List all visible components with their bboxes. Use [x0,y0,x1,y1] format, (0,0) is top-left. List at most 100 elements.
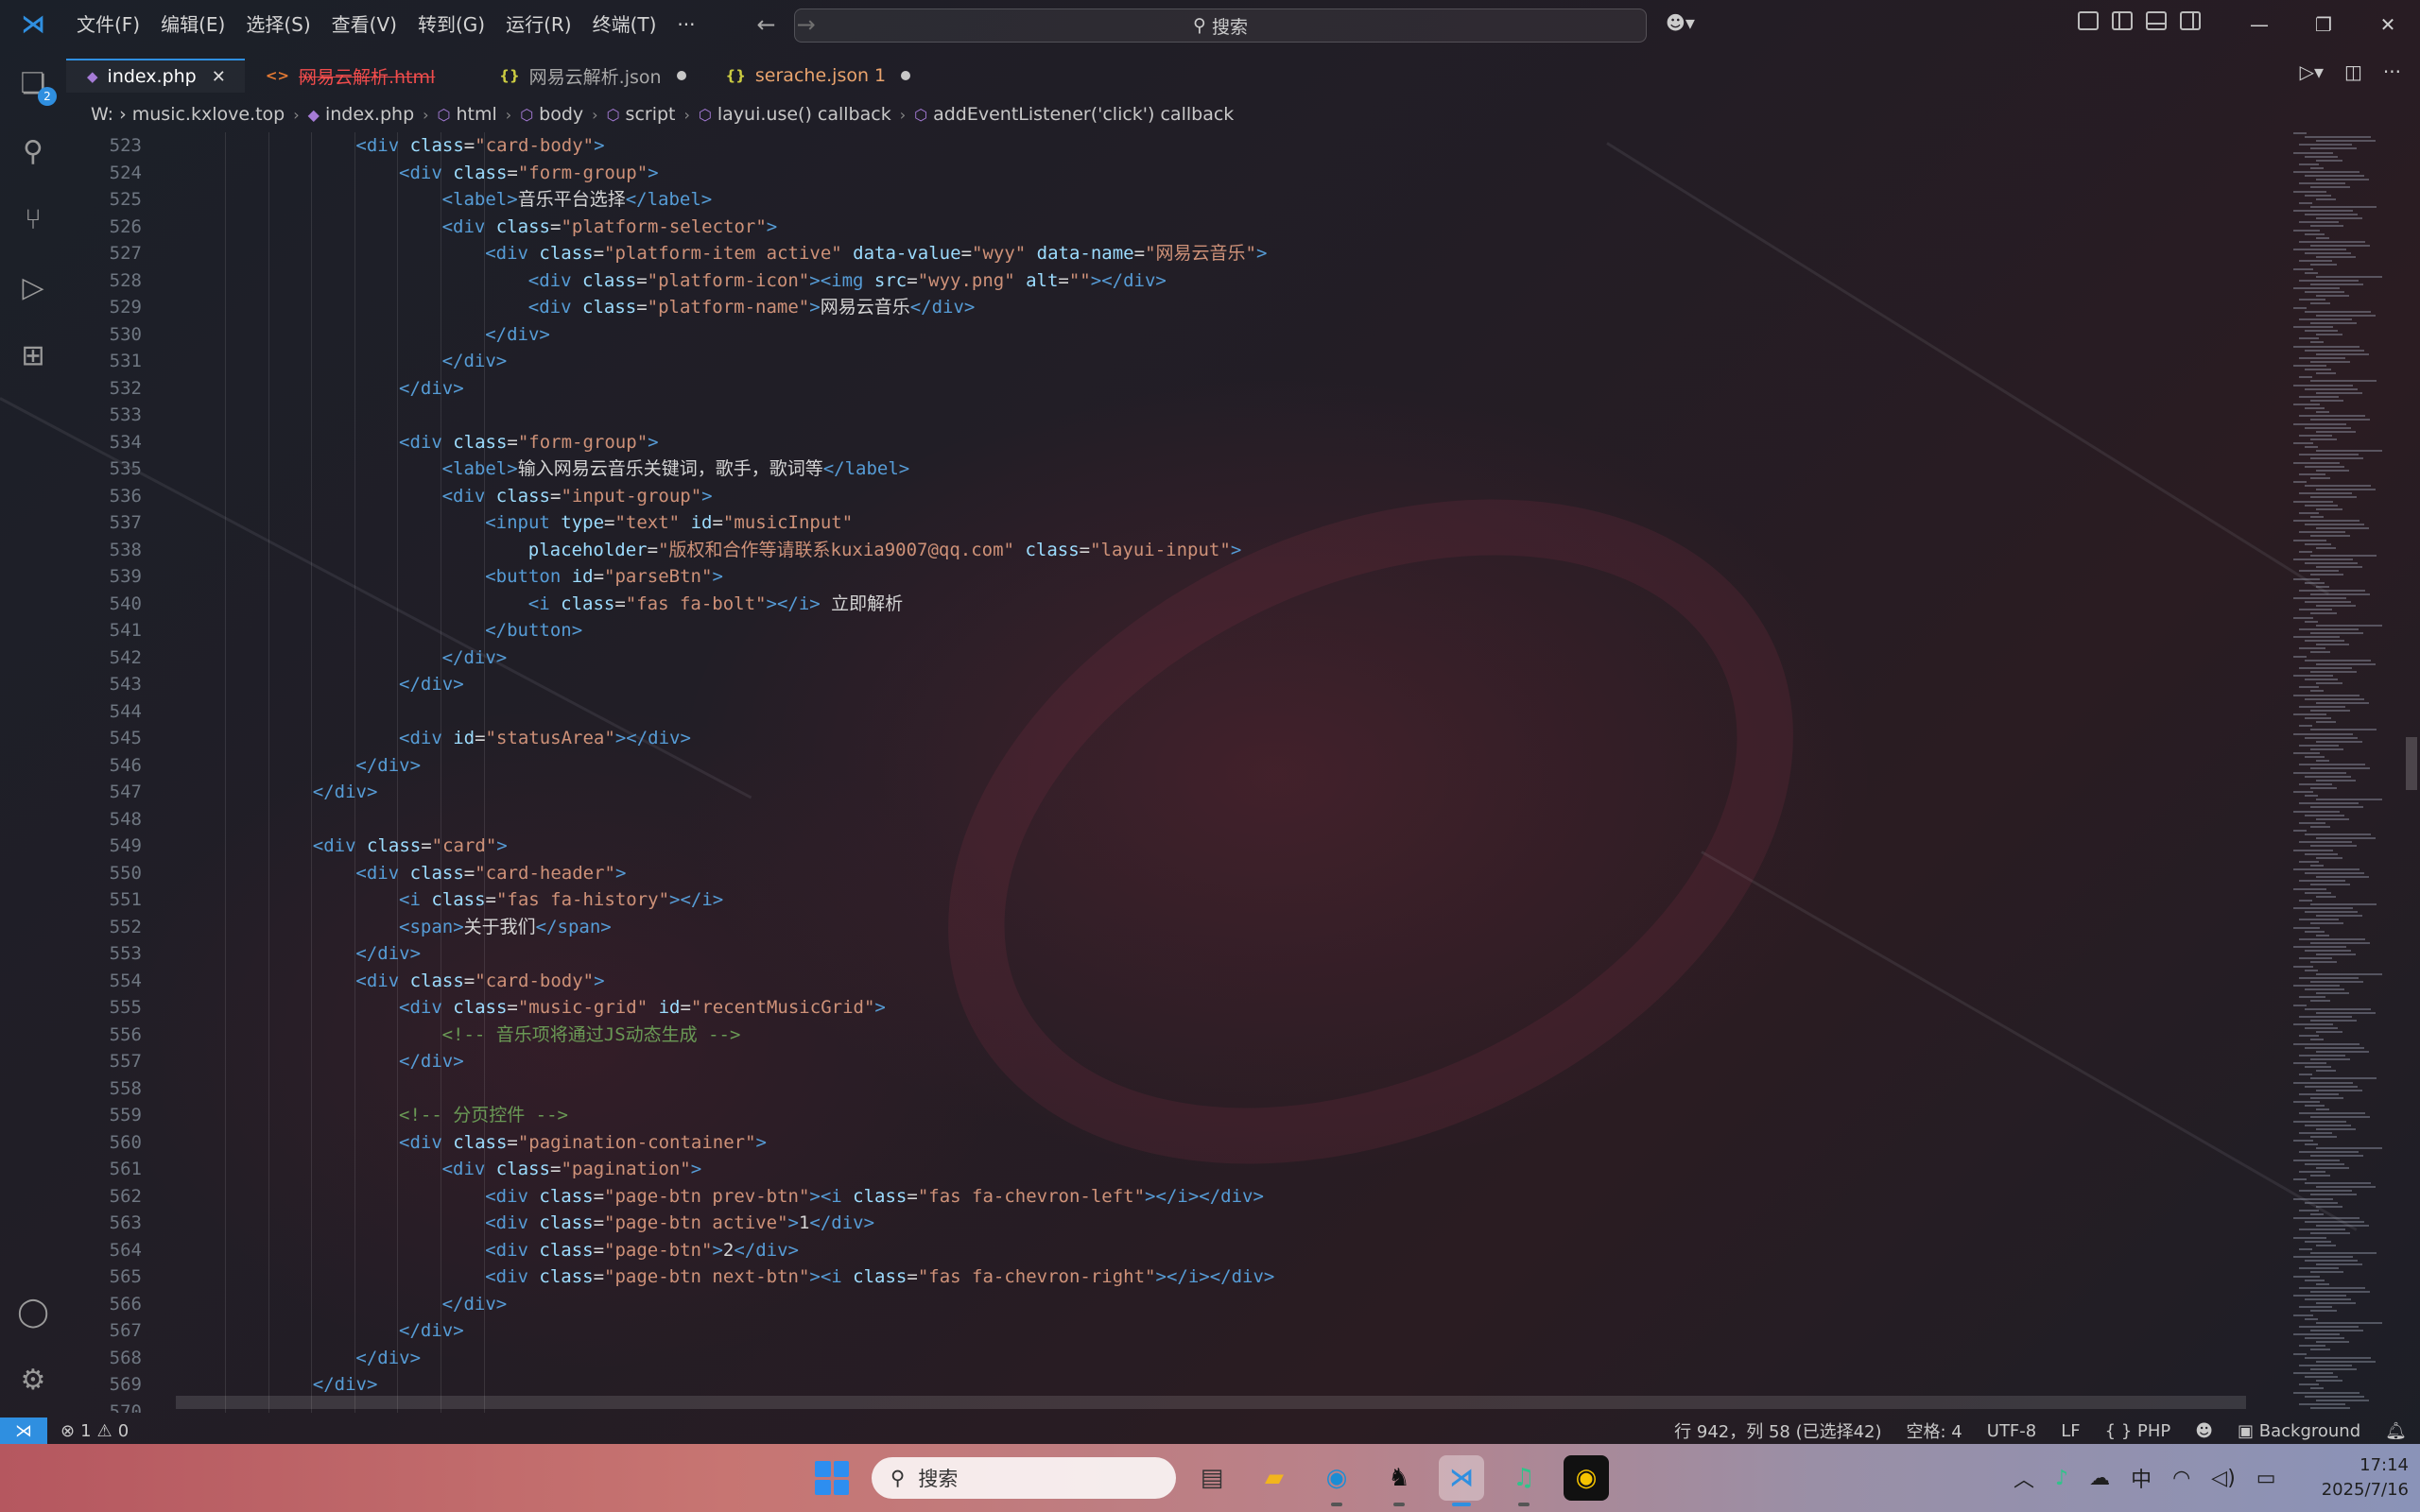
code-line[interactable]: 530 </div> [66,321,2288,349]
file-explorer-icon[interactable]: ▰ [1252,1455,1297,1501]
indentation[interactable]: 空格: 4 [1907,1418,1962,1443]
clock[interactable]: 17:14 2025/7/16 [2314,1453,2409,1503]
code-line[interactable]: 569 </div> [66,1371,2288,1399]
code-line[interactable]: 544 [66,698,2288,726]
music-app-icon[interactable]: ♫ [1501,1455,1547,1506]
code-line[interactable]: 555 <div class="music-grid" id="recentMus… [66,994,2288,1022]
end-of-line[interactable]: LF [2061,1421,2080,1441]
toggle-secondary-sidebar-icon[interactable] [2180,11,2201,30]
menu-item[interactable]: 运行(R) [495,0,582,49]
edge-browser-icon[interactable]: ◉ [1314,1455,1359,1506]
code-line[interactable]: 563 <div class="page-btn active">1</div> [66,1210,2288,1237]
code-line[interactable]: 526 <div class="platform-selector"> [66,214,2288,241]
toggle-panel-icon[interactable] [2146,11,2167,30]
breadcrumb-item[interactable]: index.php [325,104,414,125]
menu-item[interactable]: 选择(S) [235,0,320,49]
minimize-button[interactable]: — [2227,0,2291,49]
code-line[interactable]: 568 </div> [66,1345,2288,1372]
code-line[interactable]: 565 <div class="page-btn next-btn"><i cla… [66,1263,2288,1291]
file-encoding[interactable]: UTF-8 [1987,1421,2036,1441]
editor-tab[interactable]: ◆ index.php ✕ [66,59,245,93]
code-line[interactable]: 553 </div> [66,940,2288,968]
code-line[interactable]: 552 <span>关于我们</span> [66,914,2288,941]
code-line[interactable]: 561 <div class="pagination"> [66,1156,2288,1183]
more-actions-icon[interactable]: ··· [2383,60,2401,83]
code-line[interactable]: 564 <div class="page-btn">2</div> [66,1237,2288,1264]
customize-layout-icon[interactable] [2078,11,2099,30]
code-line[interactable]: 551 <i class="fas fa-history"></i> [66,886,2288,914]
code-line[interactable]: 524 <div class="form-group"> [66,160,2288,187]
code-line[interactable]: 542 </div> [66,644,2288,672]
toggle-primary-sidebar-icon[interactable] [2112,11,2133,30]
task-view-icon[interactable]: ▤ [1189,1455,1235,1501]
code-line[interactable]: 567 </div> [66,1317,2288,1345]
code-line[interactable]: 550 <div class="card-header"> [66,860,2288,887]
code-line[interactable]: 549 <div class="card"> [66,833,2288,860]
close-tab-icon[interactable]: ✕ [212,67,226,87]
code-line[interactable]: 535 <label>输入网易云音乐关键词，歌手，歌词等</label> [66,455,2288,483]
code-line[interactable]: 540 <i class="fas fa-bolt"></i> 立即解析 [66,591,2288,618]
menu-item[interactable]: 终端(T) [582,0,667,49]
code-line[interactable]: 527 <div class="platform-item active" dat… [66,240,2288,267]
code-line[interactable]: 566 </div> [66,1291,2288,1318]
code-line[interactable]: 562 <div class="page-btn prev-btn"><i cla… [66,1183,2288,1211]
windows-start-icon[interactable] [815,1461,849,1495]
code-line[interactable]: 560 <div class="pagination-container"> [66,1129,2288,1157]
code-line[interactable]: 556 <!-- 音乐项将通过JS动态生成 --> [66,1022,2288,1049]
editor-tab[interactable]: <> 网易云解析.html [245,59,478,93]
code-line[interactable]: 536 <div class="input-group"> [66,483,2288,510]
code-line[interactable]: 537 <input type="text" id="musicInput" [66,509,2288,537]
run-debug-icon[interactable]: ▷ [0,253,66,321]
split-editor-icon[interactable]: ◫ [2344,60,2362,83]
horizontal-scrollbar[interactable] [176,1396,2246,1409]
code-line[interactable]: 547 </div> [66,779,2288,806]
remote-indicator-icon[interactable]: ⋊ [0,1418,47,1444]
problems-indicator[interactable]: ⊗ 1 ⚠ 0 [60,1421,129,1441]
command-center-search[interactable]: ⚲ 搜索 [794,9,1647,43]
code-line[interactable]: 548 [66,806,2288,833]
breadcrumb-item[interactable]: html [457,104,497,125]
code-line[interactable]: 532 </div> [66,375,2288,403]
code-line[interactable]: 529 <div class="platform-name">网易云音乐</div… [66,294,2288,321]
language-mode[interactable]: { } PHP [2105,1421,2171,1441]
code-line[interactable]: 541 </button> [66,617,2288,644]
code-line[interactable]: 539 <button id="parseBtn"> [66,563,2288,591]
code-line[interactable]: 557 </div> [66,1048,2288,1075]
chevron-up-icon[interactable]: ︿ [2014,1463,2034,1493]
menu-item[interactable]: ··· [666,0,705,49]
code-line[interactable]: 534 <div class="form-group"> [66,429,2288,456]
qq-icon[interactable]: ♞ [1376,1455,1422,1506]
code-line[interactable]: 528 <div class="platform-icon"><img src="… [66,267,2288,295]
recorder-app-icon[interactable]: ◉ [1564,1455,1609,1501]
editor-tab[interactable]: {} 网易云解析.json [478,59,704,93]
code-editor[interactable]: 523 <div class="card-body"> 524 <div class=… [66,132,2288,1413]
run-icon[interactable]: ▷▾ [2300,60,2324,83]
breadcrumb-item[interactable]: W: › music.kxlove.top [91,104,285,125]
restore-button[interactable]: ❐ [2291,0,2356,49]
breadcrumb-item[interactable]: addEventListener('click') callback [933,104,1234,125]
ime-indicator[interactable]: 中 [2131,1463,2152,1493]
vscode-taskbar-icon[interactable]: ⋊ [1439,1455,1484,1506]
minimap[interactable] [2288,132,2401,1413]
vertical-scrollbar-thumb[interactable] [2406,737,2417,790]
code-line[interactable]: 559 <!-- 分页控件 --> [66,1102,2288,1129]
menu-item[interactable]: 转到(G) [407,0,495,49]
unsaved-dot-icon[interactable] [901,71,911,80]
copilot-icon[interactable]: ☻▾ [1666,11,1695,34]
wifi-icon[interactable]: ◠ [2172,1467,2190,1490]
extensions-icon[interactable]: ⊞ [0,321,66,389]
cloud-icon[interactable]: ☁ [2089,1467,2110,1490]
music-tray-icon[interactable]: ♪ [2055,1467,2068,1490]
account-icon[interactable]: ◯ [0,1278,66,1346]
code-line[interactable]: 545 <div id="statusArea"></div> [66,725,2288,752]
search-icon[interactable]: ⚲ [0,117,66,185]
copilot-status-icon[interactable]: ☻ [2195,1421,2213,1441]
code-line[interactable]: 558 [66,1075,2288,1103]
code-line[interactable]: 546 </div> [66,752,2288,780]
editor-tab[interactable]: {} serache.json 1 [705,59,930,93]
code-line[interactable]: 554 <div class="card-body"> [66,968,2288,995]
back-arrow-icon[interactable]: ← [757,11,776,38]
code-line[interactable]: 543 </div> [66,671,2288,698]
settings-gear-icon[interactable]: ⚙ [0,1346,66,1414]
explorer-icon[interactable]: ❏ 2 [0,49,66,117]
